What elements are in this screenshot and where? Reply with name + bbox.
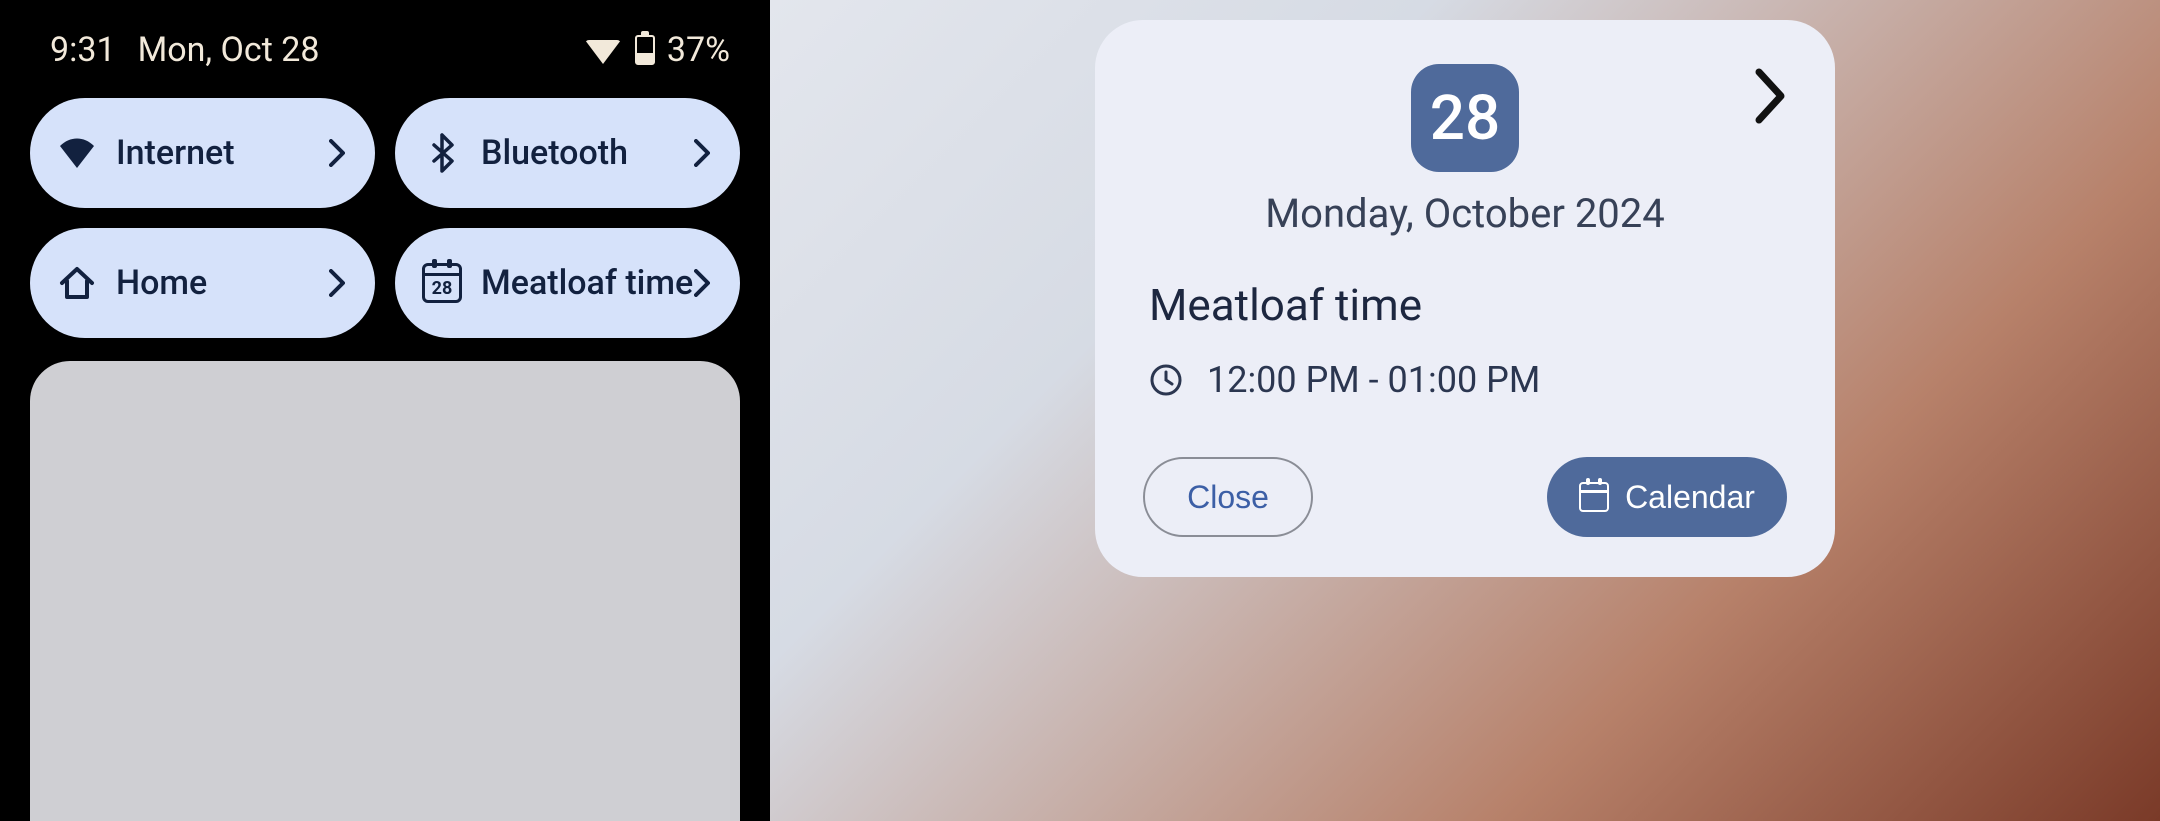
wifi-icon	[585, 40, 621, 64]
close-button[interactable]: Close	[1143, 457, 1313, 537]
status-right: 37%	[585, 30, 730, 70]
wifi-icon	[56, 138, 98, 168]
date-day-number: 28	[1430, 82, 1500, 155]
quick-settings-grid: Internet Bluetooth Home 2	[0, 80, 770, 368]
qs-tile-label: Internet	[116, 133, 329, 173]
status-date: Mon, Oct 28	[138, 30, 320, 70]
wallpaper-area: 28 Monday, October 2024 Meatloaf time 12…	[770, 0, 2160, 821]
chevron-right-icon	[694, 269, 710, 297]
event-time-row: 12:00 PM - 01:00 PM	[1143, 359, 1787, 401]
card-actions: Close Calendar	[1143, 457, 1787, 537]
qs-tile-label: Home	[116, 263, 329, 303]
home-icon	[56, 265, 98, 301]
event-title: Meatloaf time	[1143, 279, 1787, 331]
calendar-event-card: 28 Monday, October 2024 Meatloaf time 12…	[1095, 20, 1835, 577]
notification-list-area[interactable]	[30, 361, 740, 821]
chevron-right-icon	[329, 269, 345, 297]
qs-tile-label: Bluetooth	[481, 133, 694, 173]
status-time: 9:31	[50, 30, 116, 70]
battery-icon	[635, 35, 655, 65]
open-calendar-button[interactable]: Calendar	[1547, 457, 1787, 537]
qs-tile-home[interactable]: Home	[30, 228, 375, 338]
chevron-right-icon	[694, 139, 710, 167]
status-bar: 9:31 Mon, Oct 28 37%	[0, 0, 770, 80]
date-full: Monday, October 2024	[1143, 190, 1787, 237]
bluetooth-icon	[421, 133, 463, 173]
calendar-icon	[1579, 482, 1609, 512]
qs-tile-internet[interactable]: Internet	[30, 98, 375, 208]
calendar-icon: 28	[421, 263, 463, 303]
battery-percent: 37%	[667, 30, 730, 70]
date-badge: 28	[1411, 64, 1519, 172]
calendar-button-label: Calendar	[1625, 479, 1755, 516]
event-time: 12:00 PM - 01:00 PM	[1207, 359, 1540, 401]
clock-icon	[1149, 363, 1183, 397]
status-left: 9:31 Mon, Oct 28	[50, 30, 320, 70]
close-button-label: Close	[1187, 479, 1269, 516]
notification-shade: 9:31 Mon, Oct 28 37% Internet Bluetooth	[0, 0, 770, 821]
chevron-right-icon	[329, 139, 345, 167]
qs-tile-label: Meatloaf time	[481, 263, 694, 303]
qs-tile-bluetooth[interactable]: Bluetooth	[395, 98, 740, 208]
next-button[interactable]	[1753, 68, 1787, 124]
qs-tile-calendar-event[interactable]: 28 Meatloaf time	[395, 228, 740, 338]
